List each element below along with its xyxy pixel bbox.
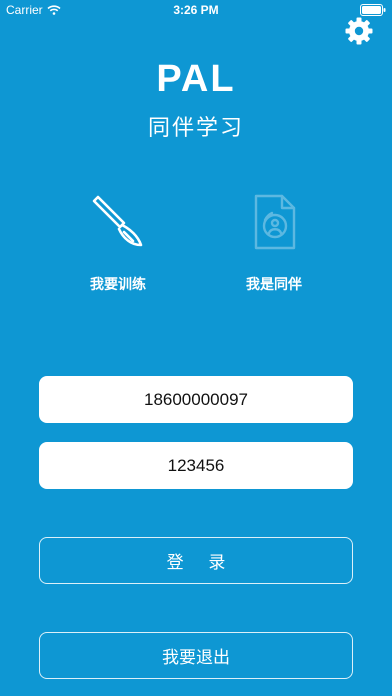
gear-icon[interactable] bbox=[344, 16, 374, 46]
app-subtitle: 同伴学习 bbox=[147, 115, 244, 140]
status-time: 3:26 PM bbox=[173, 3, 219, 17]
role-partner-label: 我是同伴 bbox=[246, 276, 302, 292]
role-trainer-option[interactable]: 我要训练 bbox=[58, 192, 178, 294]
battery-icon bbox=[360, 4, 386, 16]
exit-button[interactable]: 我要退出 bbox=[39, 632, 353, 679]
scalpel-icon bbox=[92, 195, 143, 247]
status-bar: Carrier 3:26 PM bbox=[0, 0, 392, 20]
app-title: PAL bbox=[156, 58, 236, 100]
partner-id-icon bbox=[254, 194, 296, 250]
password-field[interactable] bbox=[39, 442, 353, 489]
role-trainer-label: 我要训练 bbox=[90, 276, 146, 292]
login-button[interactable]: 登 录 bbox=[39, 537, 353, 584]
phone-field[interactable] bbox=[39, 376, 353, 423]
role-partner-option[interactable]: 我是同伴 bbox=[214, 192, 334, 294]
